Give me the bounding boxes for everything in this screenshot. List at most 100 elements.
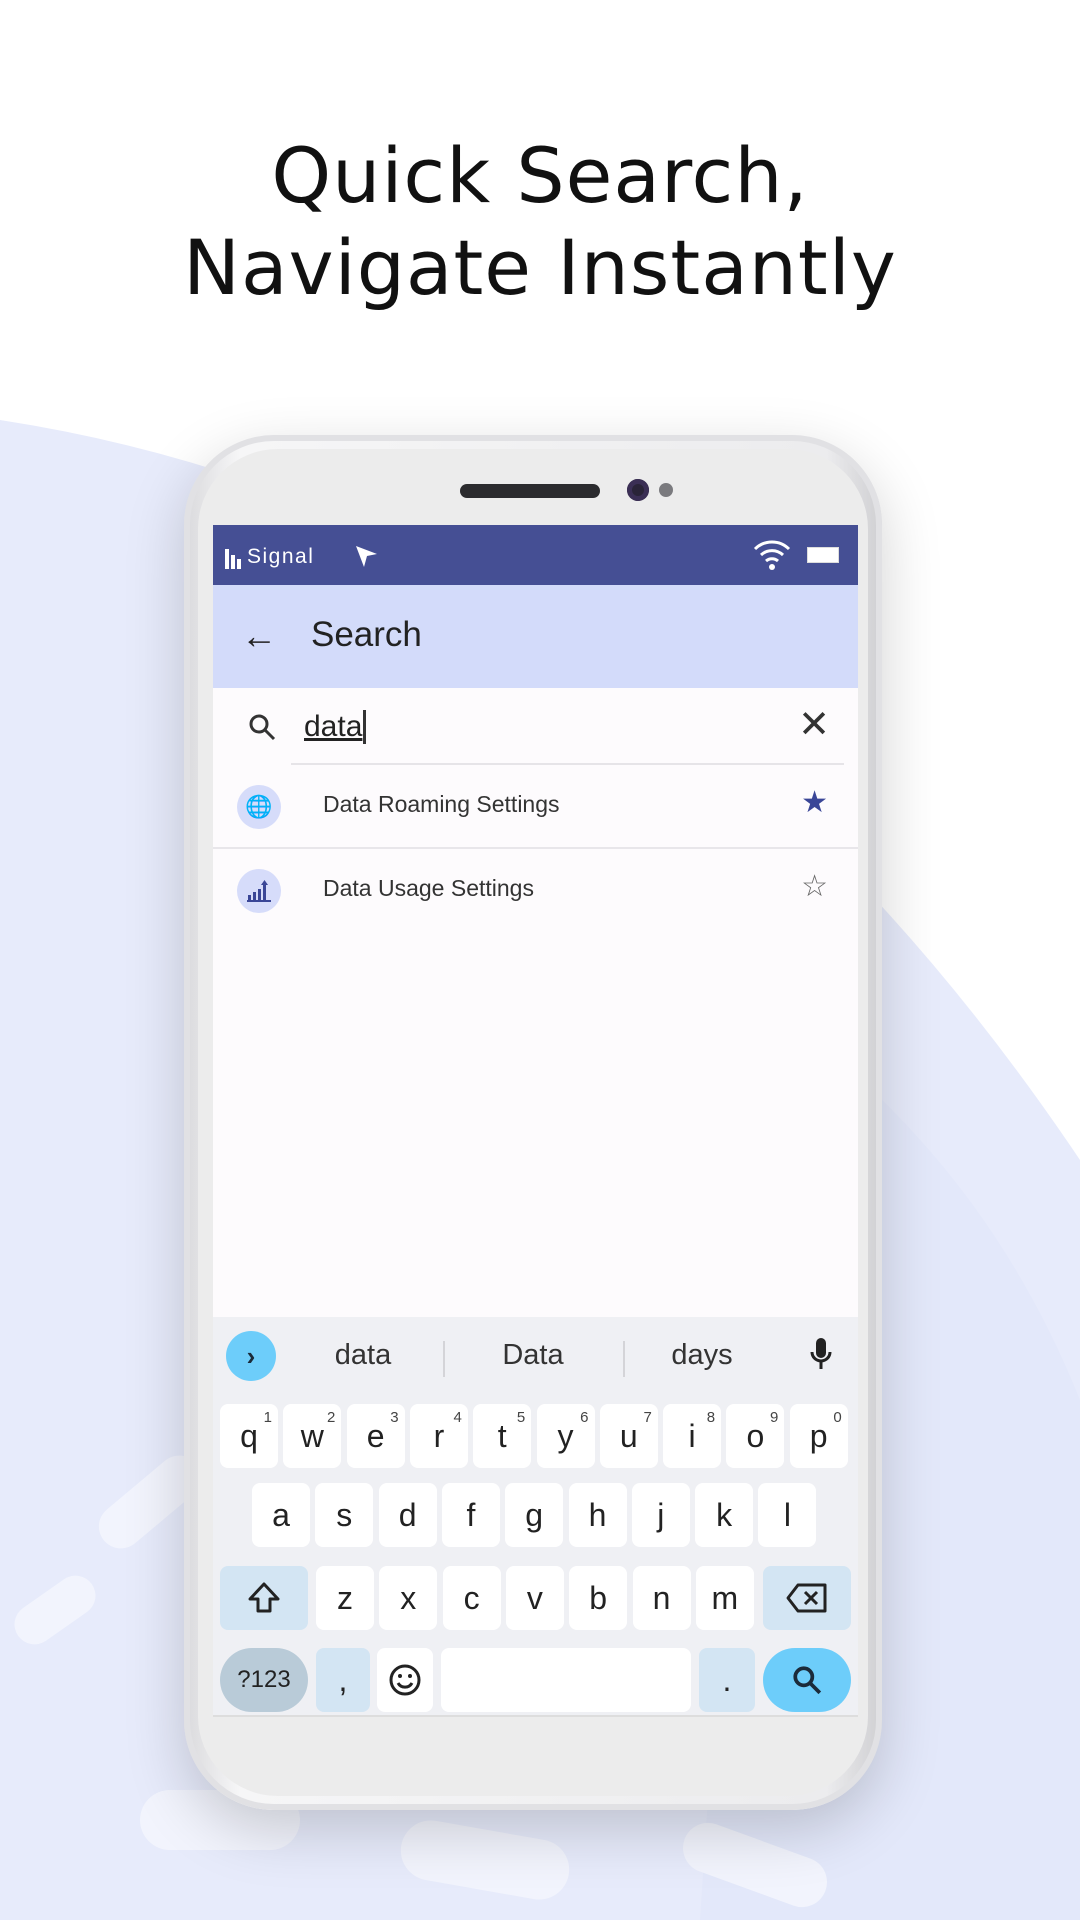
key-number-hint: 5: [516, 1409, 526, 1426]
key-number-hint: 9: [770, 1409, 779, 1426]
separator: [443, 1341, 445, 1377]
headline-line-2: Navigate Instantly: [183, 223, 897, 312]
comma-key[interactable]: ,: [316, 1648, 370, 1712]
star-filled-icon[interactable]: ★: [801, 785, 828, 820]
globe-phone-icon: 🌐: [237, 785, 281, 829]
key-number-hint: 4: [453, 1409, 462, 1426]
wifi-icon: [753, 540, 791, 570]
key-label: e: [366, 1417, 385, 1454]
key-label: i: [688, 1417, 696, 1454]
key-q[interactable]: q1: [220, 1404, 278, 1468]
key-l[interactable]: l: [758, 1483, 817, 1547]
result-label: Data Usage Settings: [323, 875, 534, 901]
key-r[interactable]: r4: [409, 1404, 468, 1468]
key-row-2: asdfghjkl: [213, 1483, 858, 1547]
key-w[interactable]: w2: [283, 1404, 342, 1468]
signal-bars-icon: [225, 549, 241, 569]
space-key[interactable]: [441, 1648, 691, 1712]
key-g[interactable]: g: [505, 1483, 564, 1547]
suggestion[interactable]: days: [627, 1339, 777, 1372]
suggestion[interactable]: Data: [458, 1339, 608, 1372]
shift-icon: [248, 1582, 280, 1613]
suggestion-strip: › data Data days: [213, 1331, 858, 1385]
key-a[interactable]: a: [252, 1483, 310, 1547]
key-n[interactable]: n: [632, 1566, 691, 1630]
key-number-hint: 8: [706, 1409, 716, 1426]
location-arrow-icon: [356, 546, 377, 567]
search-icon: [793, 1666, 822, 1695]
key-p[interactable]: p0: [789, 1404, 848, 1468]
star-outline-icon[interactable]: ☆: [801, 869, 828, 904]
keyboard: › data Data days q1w2e3r4t5y6u7i8o9p0 as…: [213, 1317, 858, 1715]
key-number-hint: 2: [326, 1409, 336, 1426]
list-item[interactable]: Data Usage Settings ☆: [213, 849, 858, 932]
headline-line-1: Quick Search,: [271, 131, 809, 220]
search-input[interactable]: data: [304, 710, 367, 744]
period-key[interactable]: .: [699, 1648, 755, 1712]
page-title: Search: [311, 615, 422, 654]
backspace-key[interactable]: [763, 1566, 851, 1630]
key-i[interactable]: i8: [663, 1404, 722, 1468]
status-bar: Signal: [213, 525, 858, 585]
key-number-hint: 3: [390, 1409, 399, 1426]
close-icon[interactable]: ✕: [798, 702, 830, 747]
arrow-left-icon[interactable]: ←: [241, 615, 277, 657]
key-label: o: [746, 1417, 765, 1454]
key-label: w: [300, 1417, 324, 1454]
key-s[interactable]: s: [315, 1483, 374, 1547]
key-v[interactable]: v: [505, 1566, 564, 1630]
key-label: t: [497, 1417, 507, 1454]
key-b[interactable]: b: [569, 1566, 628, 1630]
key-label: q: [240, 1417, 258, 1454]
phone-camera: [627, 479, 649, 501]
screen-edge: [213, 1715, 858, 1717]
key-y[interactable]: y6: [536, 1404, 595, 1468]
key-label: u: [619, 1417, 638, 1454]
key-number-hint: 6: [580, 1409, 589, 1426]
key-number-hint: 0: [833, 1409, 842, 1426]
search-bar: data ✕: [213, 688, 858, 765]
emoji-key[interactable]: [377, 1648, 433, 1712]
microphone-icon[interactable]: [809, 1336, 833, 1374]
key-h[interactable]: h: [568, 1483, 627, 1547]
key-o[interactable]: o9: [726, 1404, 785, 1468]
headline: Quick Search, Navigate Instantly: [0, 130, 1080, 314]
key-m[interactable]: m: [695, 1566, 754, 1630]
key-u[interactable]: u7: [599, 1404, 658, 1468]
key-k[interactable]: k: [695, 1483, 754, 1547]
smiley-icon: [389, 1664, 421, 1696]
key-number-hint: 1: [263, 1409, 272, 1426]
chevron-right-icon[interactable]: ›: [226, 1331, 276, 1381]
key-x[interactable]: x: [379, 1566, 438, 1630]
key-label: y: [557, 1417, 574, 1454]
key-row-4: ?123 , .: [213, 1648, 858, 1712]
shift-key[interactable]: [220, 1566, 308, 1630]
key-j[interactable]: j: [631, 1483, 690, 1547]
app-bar: ← Search: [213, 585, 858, 688]
phone-sensor: [659, 483, 673, 497]
key-z[interactable]: z: [316, 1566, 374, 1630]
separator: [623, 1341, 625, 1377]
phone-screen: Signal ← Search data ✕ 🌐 Data Roaming Se…: [213, 525, 858, 1715]
key-d[interactable]: d: [378, 1483, 437, 1547]
key-row-3: zxcvbnm: [213, 1566, 858, 1630]
search-icon: [249, 714, 276, 741]
suggestion[interactable]: data: [288, 1339, 438, 1372]
list-item[interactable]: 🌐 Data Roaming Settings ★: [213, 765, 858, 848]
phone-speaker: [460, 484, 600, 498]
bar-chart-up-icon: [237, 869, 281, 913]
key-f[interactable]: f: [441, 1483, 500, 1547]
key-row-1: q1w2e3r4t5y6u7i8o9p0: [213, 1404, 858, 1468]
result-label: Data Roaming Settings: [323, 791, 560, 817]
key-e[interactable]: e3: [346, 1404, 405, 1468]
symbols-key[interactable]: ?123: [220, 1648, 308, 1712]
backspace-icon: [786, 1583, 827, 1613]
key-c[interactable]: c: [442, 1566, 501, 1630]
search-key[interactable]: [763, 1648, 851, 1712]
key-label: p: [809, 1417, 828, 1454]
battery-icon: [807, 547, 839, 563]
key-t[interactable]: t5: [473, 1404, 532, 1468]
carrier-name: Signal: [247, 545, 315, 568]
key-number-hint: 7: [643, 1409, 652, 1426]
key-label: r: [433, 1417, 445, 1454]
